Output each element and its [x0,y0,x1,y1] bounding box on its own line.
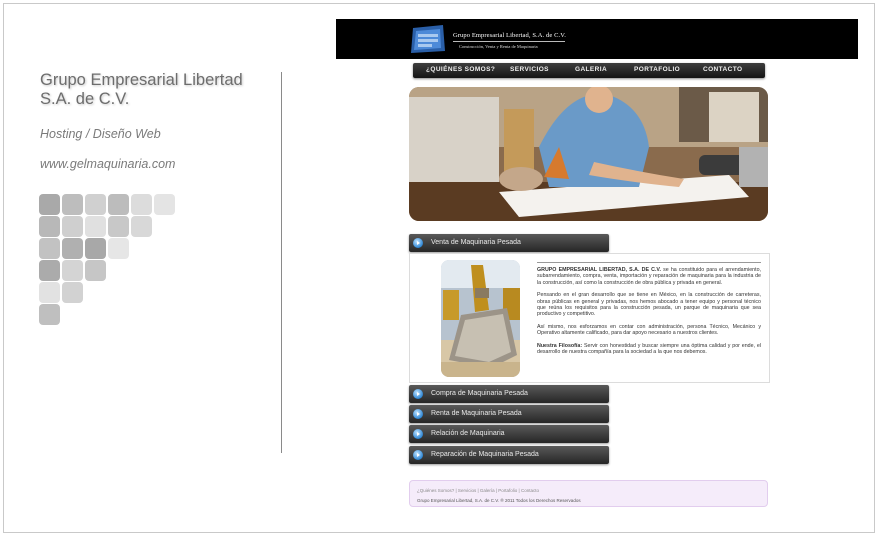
nav-portafolio[interactable]: PORTAFOLIO [634,66,680,73]
play-icon [413,450,423,460]
site-logo-name: Grupo Empresarial Libertad, S.A. de C.V. [453,32,566,39]
footer-copyright: Grupo Empresarial Libertad, S.A. de C.V.… [417,498,581,503]
play-icon [413,429,423,439]
accordion-label: Renta de Maquinaria Pesada [431,410,522,417]
accordion-relacion[interactable]: Relación de Maquinaria [409,425,609,443]
accordion-renta[interactable]: Renta de Maquinaria Pesada [409,405,609,423]
excavator-image [441,260,520,377]
website-url[interactable]: www.gelmaquinaria.com [40,157,175,171]
nav-galeria[interactable]: GALERIA [575,66,607,73]
play-icon [413,389,423,399]
client-name-line2: S.A. de C.V. [40,90,130,108]
logo-icon [411,25,445,53]
content-text: GRUPO EMPRESARIAL LIBERTAD, S.A. DE C.V.… [537,267,761,356]
play-icon [413,409,423,419]
vertical-divider [281,72,282,453]
site-nav: ¿QUIÉNES SOMOS? SERVICIOS GALERIA PORTAF… [413,63,765,78]
nav-quienes-somos[interactable]: ¿QUIÉNES SOMOS? [426,66,495,73]
footer-links[interactable]: ¿Quiénes Somos? | Servicios | Galería | … [417,488,539,493]
accordion-label: Venta de Maquinaria Pesada [431,239,521,246]
client-name: Grupo Empresarial Libertad S.A. de C.V. [40,71,243,109]
client-name-line1: Grupo Empresarial Libertad [40,71,243,89]
site-footer: ¿Quiénes Somos? | Servicios | Galería | … [409,480,768,507]
content-rule [537,262,761,263]
accordion-label: Relación de Maquinaria [431,430,505,437]
nav-contacto[interactable]: CONTACTO [703,66,742,73]
hero-banner-image [409,87,768,221]
accordion-venta[interactable]: Venta de Maquinaria Pesada [409,234,609,252]
nav-servicios[interactable]: SERVICIOS [510,66,549,73]
accordion-content: GRUPO EMPRESARIAL LIBERTAD, S.A. DE C.V.… [409,253,770,383]
play-icon [413,238,423,248]
accordion-label: Compra de Maquinaria Pesada [431,390,528,397]
services-label: Hosting / Diseño Web [40,127,161,141]
accordion-reparacion[interactable]: Reparación de Maquinaria Pesada [409,446,609,464]
accordion-label: Reparación de Maquinaria Pesada [431,451,539,458]
accordion-compra[interactable]: Compra de Maquinaria Pesada [409,385,609,403]
logo-underline [453,41,565,42]
site-logo-tagline: Construcción, Venta y Renta de Maquinari… [459,44,538,49]
